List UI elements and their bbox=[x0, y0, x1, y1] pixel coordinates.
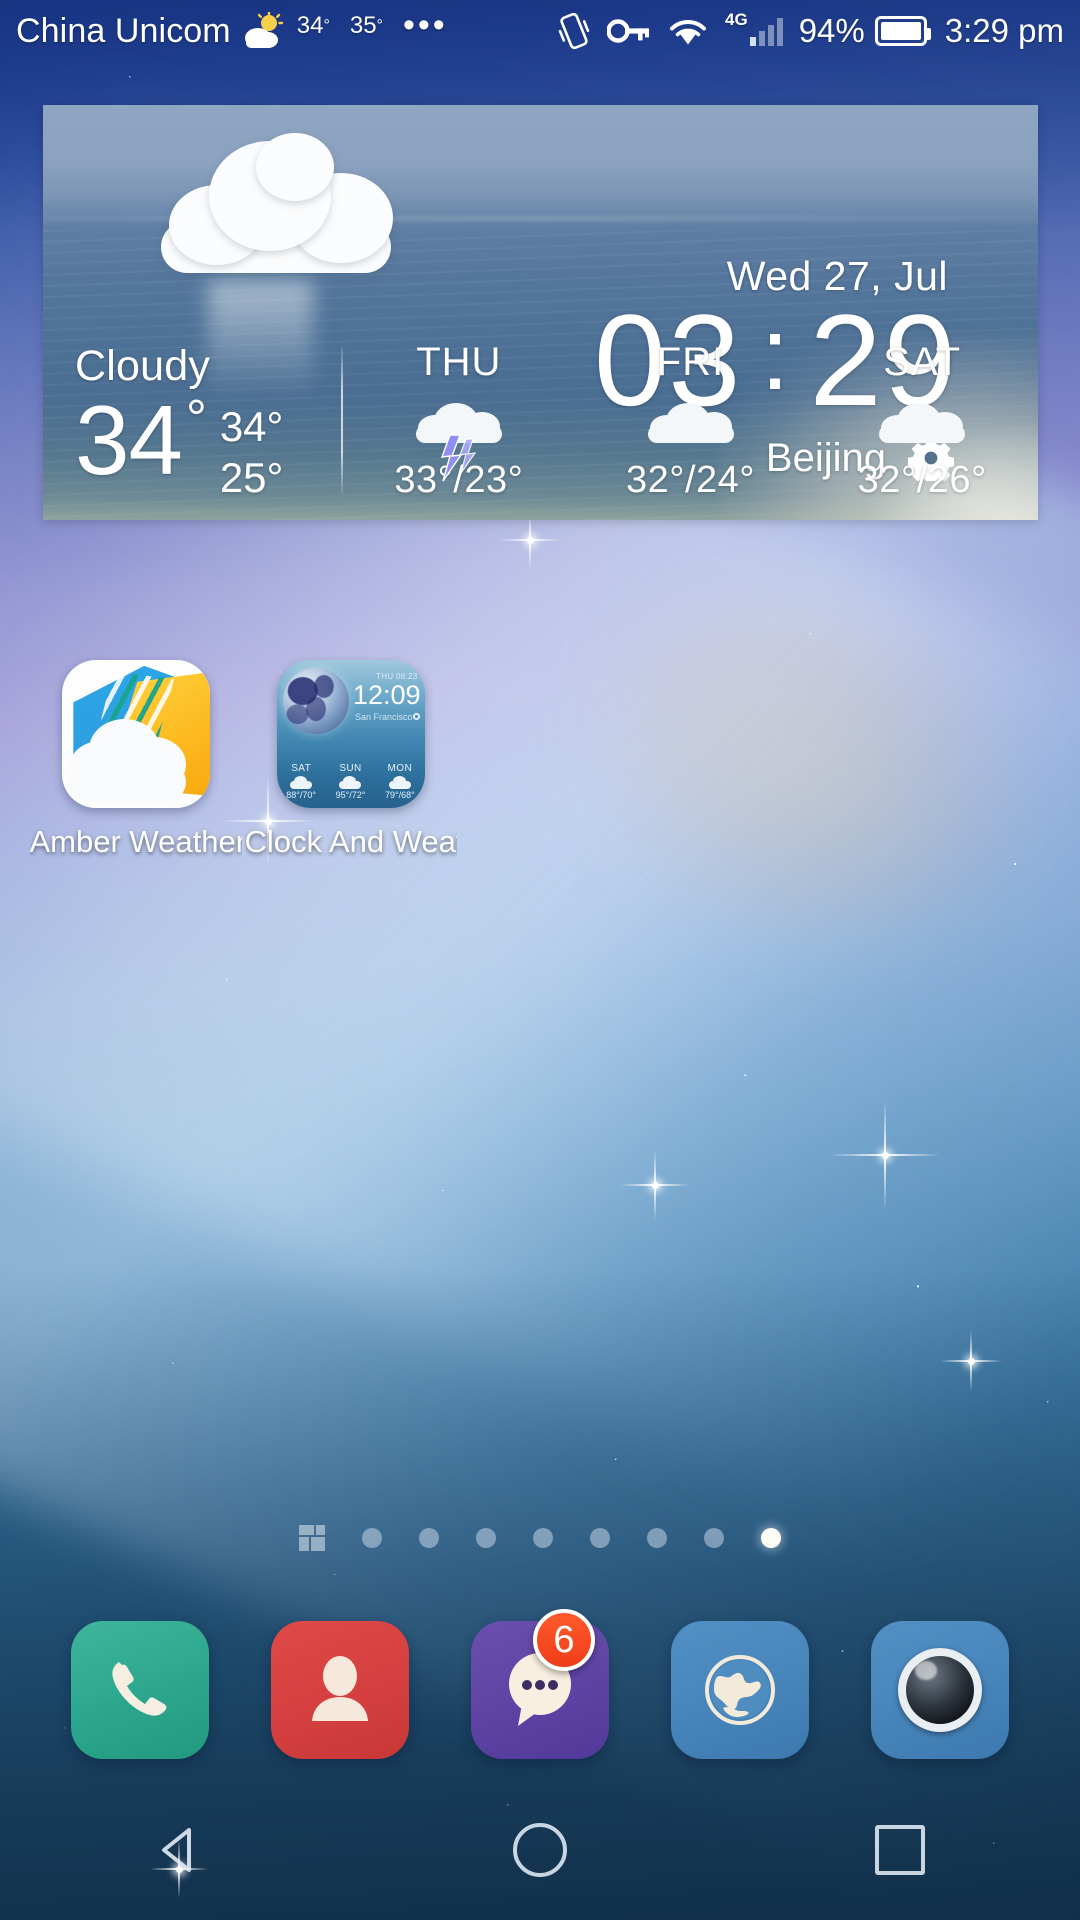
app-amber-weather[interactable]: Amber Weather bbox=[28, 660, 243, 860]
status-clock: 3:29 pm bbox=[944, 12, 1064, 49]
weather-widget[interactable]: Wed 27, Jul 03 : 29 Beijing Cloudy 34 ° 3… bbox=[43, 105, 1038, 520]
degree-symbol: ° bbox=[186, 390, 207, 449]
current-temperature: 34 ° bbox=[75, 385, 207, 496]
cloudy-icon bbox=[867, 389, 977, 457]
page-dot[interactable] bbox=[419, 1528, 439, 1548]
contacts-person-icon[interactable] bbox=[271, 1621, 409, 1759]
forecast-day[interactable]: THU 33°/23° bbox=[343, 340, 575, 502]
caw-day-temps: 88°/70° bbox=[286, 790, 317, 800]
app-row: Amber Weather THU 08:23 12:09 San Franci… bbox=[0, 660, 1080, 860]
app-label: Amber Weather bbox=[29, 824, 242, 859]
forecast-day-name: THU bbox=[416, 340, 502, 384]
current-conditions[interactable]: Cloudy 34 ° 34° 25° bbox=[43, 340, 341, 504]
current-condition-label: Cloudy bbox=[75, 342, 211, 390]
caw-forecast-day: MON 79°/68° bbox=[375, 763, 424, 800]
page-dot[interactable] bbox=[647, 1528, 667, 1548]
home-grid-icon[interactable] bbox=[299, 1525, 325, 1551]
app-label: Clock And Weath.. bbox=[244, 824, 457, 859]
dock-slot-browser bbox=[640, 1621, 840, 1759]
page-dot[interactable] bbox=[590, 1528, 610, 1548]
app-clock-and-weather[interactable]: THU 08:23 12:09 San Francisco SAT 88°/70… bbox=[243, 660, 458, 860]
caw-forecast-row: SAT 88°/70° SUN 95°/72° MON 79°/68° bbox=[277, 763, 425, 800]
phone-icon[interactable] bbox=[71, 1621, 209, 1759]
forecast-day-temps: 32°/24° bbox=[626, 459, 755, 501]
app-grid: Amber Weather THU 08:23 12:09 San Franci… bbox=[0, 660, 1080, 860]
caw-day-name: MON bbox=[387, 763, 413, 774]
navigation-bar bbox=[0, 1780, 1080, 1920]
status-temp-primary: 34 ° bbox=[297, 12, 330, 40]
message-badge: 6 bbox=[533, 1609, 595, 1671]
dock: 6 bbox=[0, 1600, 1080, 1780]
cloud-icon bbox=[161, 133, 411, 293]
page-dot[interactable] bbox=[533, 1528, 553, 1548]
message-bubble-icon[interactable]: 6 bbox=[471, 1609, 609, 1759]
high-low-temps: 34° 25° bbox=[220, 391, 284, 503]
forecast-day-name: SAT bbox=[883, 340, 962, 384]
forecast-day[interactable]: FRI 32°/24° bbox=[575, 340, 807, 502]
low-temp: 25° bbox=[219, 454, 284, 502]
caw-day-temps: 95°/72° bbox=[335, 790, 366, 800]
status-bar[interactable]: China Unicom 34 ° 35 ° ••• 4G 94% 3:29 p… bbox=[0, 0, 1080, 62]
page-dot-active[interactable] bbox=[761, 1528, 781, 1548]
battery-full-icon bbox=[874, 16, 931, 46]
current-temperature-value: 34 bbox=[75, 385, 183, 496]
page-dot[interactable] bbox=[476, 1528, 496, 1548]
overflow-dots-icon: ••• bbox=[402, 5, 448, 44]
amber-weather-icon[interactable] bbox=[61, 660, 210, 808]
dock-slot-phone bbox=[40, 1621, 240, 1759]
dock-slot-camera bbox=[840, 1621, 1040, 1759]
cloudy-icon bbox=[636, 389, 746, 457]
high-temp: 34° bbox=[219, 403, 284, 451]
forecast-day-name: FRI bbox=[656, 340, 725, 384]
cloudy-icon bbox=[339, 776, 362, 789]
caw-day-temps: 79°/68° bbox=[384, 790, 415, 800]
cloudy-icon bbox=[290, 776, 313, 789]
page-dot[interactable] bbox=[704, 1528, 724, 1548]
globe-icon bbox=[282, 668, 349, 734]
forecast-day[interactable]: SAT 32°/26° bbox=[806, 340, 1038, 502]
vibrate-icon bbox=[557, 13, 591, 49]
dock-slot-messages: 6 bbox=[440, 1609, 640, 1759]
caw-time: 12:09 bbox=[352, 680, 421, 710]
recents-square-icon bbox=[875, 1825, 925, 1875]
nav-back-button[interactable] bbox=[0, 1822, 360, 1878]
thunderstorm-icon bbox=[404, 389, 514, 482]
partly-cloudy-icon bbox=[241, 12, 285, 50]
nav-home-button[interactable] bbox=[360, 1823, 720, 1877]
forecast-days: THU 33°/23° FRI 32°/24° SAT 32°/26° bbox=[343, 340, 1038, 502]
gear-icon bbox=[412, 712, 420, 721]
caw-city: San Francisco bbox=[354, 712, 413, 722]
network-type-label: 4G bbox=[725, 10, 748, 29]
signal-bars-icon bbox=[749, 16, 783, 46]
back-triangle-icon bbox=[162, 1828, 191, 1872]
widget-forecast-section: Cloudy 34 ° 34° 25° THU 33°/23° FRI 32°/… bbox=[43, 340, 1038, 520]
page-dot[interactable] bbox=[362, 1528, 382, 1548]
page-indicator[interactable] bbox=[0, 1508, 1080, 1568]
nav-recents-button[interactable] bbox=[720, 1825, 1080, 1875]
home-circle-icon bbox=[513, 1823, 567, 1877]
globe-icon[interactable] bbox=[671, 1621, 809, 1759]
camera-lens-icon[interactable] bbox=[871, 1621, 1009, 1759]
carrier-label: China Unicom bbox=[16, 11, 231, 50]
wifi-icon bbox=[667, 15, 709, 47]
status-temp-primary-value: 34 bbox=[296, 12, 324, 39]
status-temp-secondary: 35 ° bbox=[350, 12, 383, 40]
status-temp-secondary-value: 35 bbox=[349, 12, 377, 39]
forecast-day-temps: 32°/26° bbox=[857, 459, 987, 501]
clock-and-weather-icon[interactable]: THU 08:23 12:09 San Francisco SAT 88°/70… bbox=[276, 660, 425, 808]
caw-day-name: SAT bbox=[291, 763, 312, 774]
battery-percent-label: 94% bbox=[798, 12, 865, 49]
caw-day-name: SUN bbox=[339, 763, 362, 774]
degree-symbol: ° bbox=[323, 17, 330, 34]
vpn-key-icon bbox=[607, 16, 649, 46]
caw-forecast-day: SAT 88°/70° bbox=[277, 763, 326, 800]
caw-forecast-day: SUN 95°/72° bbox=[326, 763, 375, 800]
dock-slot-contacts bbox=[240, 1621, 440, 1759]
degree-symbol: ° bbox=[376, 17, 383, 34]
cloudy-icon bbox=[388, 776, 411, 789]
